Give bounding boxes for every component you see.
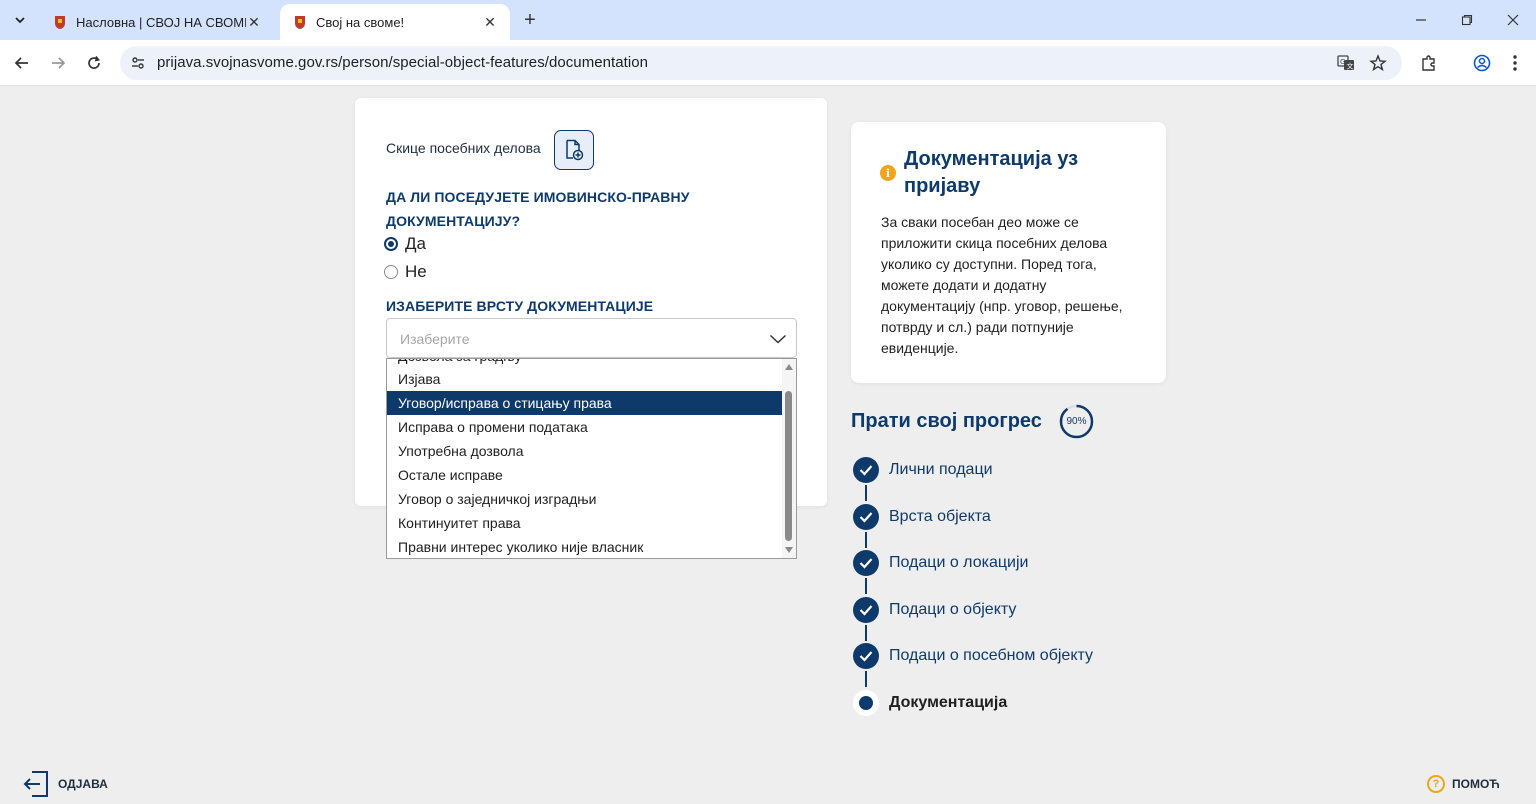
- step-podaci-o-lokaciji: Подаци о локацији: [853, 550, 1028, 576]
- file-add-icon: [566, 139, 584, 161]
- option-pravni-interes[interactable]: Правни интерес уколико није власник: [387, 535, 782, 558]
- option-ugovor-isprava[interactable]: Уговор/исправа о стицању права: [387, 391, 782, 415]
- close-tab-icon[interactable]: ✕: [246, 14, 262, 30]
- translate-icon[interactable]: 文G: [1336, 53, 1356, 73]
- option-kontinuitet-prava[interactable]: Континуитет права: [387, 511, 782, 535]
- tab-svoj-na-svome[interactable]: Свој на своме! ✕: [280, 4, 510, 40]
- extensions-icon[interactable]: [1418, 52, 1440, 74]
- help-button[interactable]: ? ПОМОЋ: [1427, 775, 1500, 793]
- arrow-right-icon: [52, 57, 66, 69]
- reload-button[interactable]: [80, 49, 108, 77]
- radio-no[interactable]: Не: [384, 262, 427, 282]
- option-ugovor-zajednicka-izgradnja[interactable]: Уговор о заједничкој изградњи: [387, 487, 782, 511]
- logout-icon: [22, 769, 50, 799]
- coat-of-arms-icon: [292, 14, 308, 30]
- minimize-icon: [1416, 19, 1426, 21]
- minimize-button[interactable]: [1398, 0, 1444, 40]
- step-connector: [865, 625, 867, 641]
- step-label: Врста објекта: [889, 508, 991, 525]
- browser-toolbar: prijava.svojnasvome.gov.rs/person/specia…: [0, 40, 1536, 86]
- radio-no-indicator[interactable]: [384, 265, 398, 279]
- documentation-type-select[interactable]: Изаберите: [386, 318, 797, 358]
- close-tab-icon[interactable]: ✕: [482, 14, 498, 30]
- step-connector: [865, 532, 867, 548]
- radio-yes-label: Да: [405, 234, 426, 253]
- back-button[interactable]: [8, 49, 36, 77]
- step-connector: [865, 578, 867, 594]
- documentation-type-dropdown[interactable]: Дозвола за градњу Изјава Уговор/исправа …: [386, 358, 797, 559]
- check-icon: [853, 643, 879, 669]
- close-icon: [1507, 14, 1519, 26]
- svg-text:G: G: [1340, 58, 1345, 66]
- tab-title: Насловна | СВОЈ НА СВОМЕ: [76, 14, 246, 30]
- info-icon: i: [880, 165, 896, 181]
- forward-button[interactable]: [44, 49, 72, 77]
- step-label: Подаци о објекту: [889, 601, 1017, 618]
- restore-button[interactable]: [1444, 0, 1490, 40]
- browser-tab-strip: Насловна | СВОЈ НА СВОМЕ ✕ Свој на своме…: [0, 0, 1536, 40]
- step-label: Лични подаци: [889, 461, 993, 478]
- help-label: ПОМОЋ: [1452, 777, 1500, 791]
- sketch-label: Скице посебних делова: [386, 140, 541, 156]
- option-ostale-isprave[interactable]: Остале исправе: [387, 463, 782, 487]
- check-icon: [853, 550, 879, 576]
- dropdown-scrollbar[interactable]: [782, 359, 796, 558]
- tab-naslovna[interactable]: Насловна | СВОЈ НА СВОМЕ ✕: [40, 4, 274, 40]
- option-upotrebna-dozvola[interactable]: Употребна дозвола: [387, 439, 782, 463]
- select-placeholder: Изаберите: [400, 331, 470, 347]
- logout-label: ОДЈАВА: [58, 777, 108, 791]
- tab-title: Свој на своме!: [316, 14, 405, 30]
- scrollbar-thumb[interactable]: [785, 391, 792, 541]
- bookmark-star-icon[interactable]: [1368, 53, 1388, 73]
- current-step-dot-icon: [853, 690, 879, 716]
- ownership-question-label: ДА ЛИ ПОСЕДУЈЕТЕ ИМОВИНСКО-ПРАВНУ ДОКУМЕ…: [386, 189, 690, 229]
- info-description: За сваки посебан део може се приложити с…: [881, 214, 1123, 356]
- coat-of-arms-icon: [52, 14, 68, 30]
- reload-icon: [88, 55, 100, 69]
- address-bar[interactable]: prijava.svojnasvome.gov.rs/person/specia…: [120, 46, 1402, 80]
- step-podaci-o-posebnom-objektu: Подаци о посебном објекту: [853, 643, 1093, 669]
- step-vrsta-objekta: Врста објекта: [853, 504, 991, 530]
- restore-icon: [1461, 14, 1473, 26]
- step-label: Подаци о посебном објекту: [889, 647, 1093, 664]
- site-settings-icon[interactable]: [128, 53, 148, 73]
- menu-kebab-icon[interactable]: [1504, 52, 1526, 74]
- new-tab-button[interactable]: +: [518, 8, 542, 32]
- documentation-type-label: ИЗАБЕРИТЕ ВРСТУ ДОКУМЕНТАЦИЈЕ: [386, 298, 654, 314]
- step-connector: [865, 485, 867, 501]
- arrow-left-icon: [14, 57, 28, 69]
- progress-title: Прати свој прогрес: [851, 410, 1042, 432]
- option-isprava-o-promeni[interactable]: Исправа о промени података: [387, 415, 782, 439]
- step-dokumentacija: Документација: [853, 690, 1007, 716]
- radio-yes-indicator[interactable]: [384, 237, 398, 251]
- step-label: Документација: [889, 694, 1008, 711]
- radio-yes[interactable]: Да: [384, 234, 426, 254]
- step-podaci-o-objektu: Подаци о објекту: [853, 597, 1016, 623]
- check-icon: [853, 457, 879, 483]
- url-text: prijava.svojnasvome.gov.rs/person/specia…: [157, 54, 649, 71]
- chevron-down-icon: [768, 329, 788, 349]
- svg-text:文: 文: [1347, 62, 1354, 71]
- check-icon: [853, 597, 879, 623]
- step-connector: [865, 671, 867, 687]
- progress-percent: 90%: [1066, 416, 1087, 427]
- add-sketch-button[interactable]: [554, 130, 594, 170]
- logout-button[interactable]: ОДЈАВА: [22, 769, 108, 799]
- help-question-icon: ?: [1427, 775, 1445, 793]
- radio-no-label: Не: [405, 262, 427, 281]
- step-licni-podaci: Лични подаци: [853, 457, 993, 483]
- progress-ring: 90%: [1059, 404, 1094, 439]
- tab-search-button[interactable]: [8, 8, 32, 32]
- info-title: Документација уз пријаву: [904, 148, 1079, 197]
- step-label: Подаци о локацији: [889, 554, 1029, 571]
- check-icon: [853, 504, 879, 530]
- close-window-button[interactable]: [1490, 0, 1536, 40]
- profile-icon[interactable]: [1471, 52, 1493, 74]
- chevron-down-icon: [15, 17, 25, 24]
- scroll-down-arrow-icon[interactable]: [785, 547, 793, 553]
- option-izjava[interactable]: Изјава: [387, 367, 782, 391]
- scroll-up-arrow-icon[interactable]: [785, 364, 793, 370]
